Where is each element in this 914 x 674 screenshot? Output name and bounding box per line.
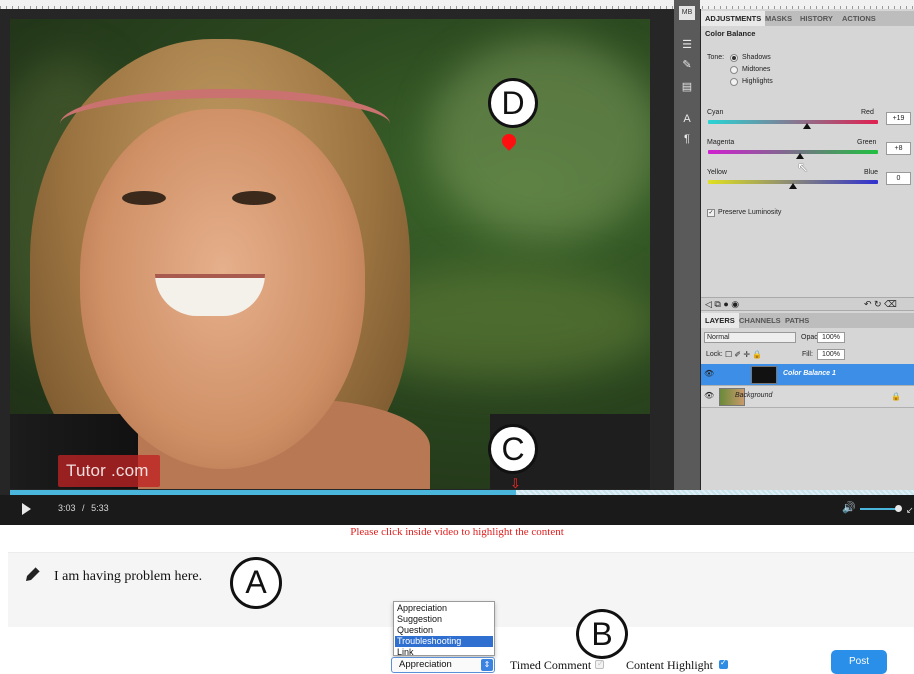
character-icon: A [683, 113, 691, 125]
subject-eye [232, 191, 276, 205]
tab-channels: CHANNELS [739, 316, 781, 325]
tab-layers: LAYERS [701, 313, 739, 328]
tab-history: HISTORY [800, 14, 833, 23]
tab-paths: PATHS [785, 316, 810, 325]
footer-icons-right: ↶ ↻ ⌫ [864, 299, 897, 309]
video-watermark: Tutor .com [58, 455, 160, 487]
annotation-label-b: B [576, 609, 628, 659]
adjustments-tabs: ADJUSTMENTS MASKS HISTORY ACTIONS [701, 11, 914, 26]
time-separator: / [82, 503, 85, 513]
page: Tutor .com MB ☰ ✎ ▤ A ¶ ADJUSTMENTS MASK… [0, 0, 914, 674]
tone-midtones-label: Midtones [742, 66, 771, 73]
category-selected-value: Appreciation [399, 659, 452, 670]
watermark-text: Tutor .com [66, 461, 149, 480]
play-button[interactable] [22, 503, 31, 515]
magenta-green-slider [708, 150, 878, 154]
eye-icon: 👁 [704, 369, 715, 378]
time-display: 3:03 / 5:33 [58, 503, 109, 513]
brush-icon: ✎ [682, 59, 692, 71]
timed-comment-label: Timed Comment [510, 658, 592, 672]
photoshop-panel: ADJUSTMENTS MASKS HISTORY ACTIONS Color … [701, 9, 914, 500]
category-option-highlighted[interactable]: Troubleshooting [395, 636, 493, 647]
total-time: 5:33 [91, 503, 109, 513]
slider-red-label: Red [861, 109, 874, 116]
tone-radio-midtones [730, 66, 738, 74]
cyan-red-slider [708, 120, 878, 124]
post-button[interactable]: Post [831, 650, 887, 674]
blend-mode-select: Normal [704, 332, 796, 343]
tab-adjustments: ADJUSTMENTS [701, 11, 766, 26]
volume-knob[interactable] [895, 505, 902, 512]
tone-highlights-label: Highlights [742, 78, 773, 85]
footer-icons-left: ◁ ⧉ ● ◉ [705, 299, 740, 309]
pencil-icon [26, 566, 41, 581]
category-option[interactable]: Suggestion [395, 614, 493, 625]
eye-icon: 👁 [704, 391, 715, 400]
layer-mask-thumb [751, 366, 777, 384]
video-top-ruler [0, 0, 914, 9]
subject-headband [60, 89, 390, 159]
adjustments-footer-icons: ◁ ⧉ ● ◉ ↶ ↻ ⌫ [701, 297, 914, 311]
fill-value: 100% [817, 349, 845, 360]
annotation-label-a: A [230, 557, 282, 609]
category-option[interactable]: Appreciation [395, 603, 493, 614]
highlight-hint: Please click inside video to highlight t… [350, 526, 564, 538]
mouse-cursor-icon: ↖ [797, 159, 809, 175]
select-arrows-icon: ⇕ [481, 659, 493, 671]
annotation-label-d: D [488, 78, 538, 128]
slider-magenta-label: Magenta [707, 139, 735, 146]
panel-title: Color Balance [705, 29, 756, 38]
lock-icon: 🔒 [891, 392, 901, 401]
timed-comment-checkbox[interactable] [595, 659, 604, 669]
slider-cyan-label: Cyan [707, 109, 724, 116]
photoshop-toolbar: MB ☰ ✎ ▤ A ¶ [674, 0, 700, 500]
video-frame-photo[interactable] [10, 19, 650, 489]
volume-slider[interactable] [860, 508, 900, 510]
layer-row: 👁 Color Balance 1 [701, 364, 914, 386]
opacity-value: 100% [817, 332, 845, 343]
tab-masks: MASKS [765, 14, 793, 23]
slider-green-label: Green [857, 139, 877, 146]
category-option[interactable]: Question [395, 625, 493, 636]
current-time: 3:03 [58, 503, 76, 513]
tone-label: Tone: [707, 54, 725, 61]
preserve-label: Preserve Luminosity [718, 209, 782, 216]
slider-blue-label: Blue [864, 169, 879, 176]
fullscreen-icon[interactable]: ↙ [906, 505, 914, 516]
layer-row: 👁 Background 🔒 [701, 386, 914, 408]
content-highlight-label: Content Highlight [626, 658, 713, 672]
preserve-checkbox: ✓ [707, 209, 715, 217]
paragraph-icon: ¶ [684, 133, 690, 145]
layers-comp-icon: ▤ [681, 81, 693, 93]
background-bokeh [430, 39, 650, 239]
subject-eye [122, 191, 166, 205]
mini-bridge-icon: MB [679, 6, 695, 20]
fill-label: Fill: [802, 351, 813, 358]
layer-name: Color Balance 1 [783, 370, 836, 377]
tone-shadows-label: Shadows [742, 54, 771, 61]
volume-icon[interactable]: 🔊 [842, 501, 856, 514]
magenta-green-value: +8 [886, 142, 911, 155]
annotation-label-c: C [488, 424, 538, 474]
category-select[interactable]: Appreciation ⇕ [391, 657, 495, 673]
cyan-red-value: +19 [886, 112, 911, 125]
tone-radio-shadows [730, 54, 738, 62]
comment-text[interactable]: I am having problem here. [54, 569, 202, 585]
cyan-red-thumb [803, 123, 811, 129]
tab-actions: ACTIONS [842, 14, 876, 23]
slider-yellow-label: Yellow [707, 169, 727, 176]
layers-tabs: LAYERS CHANNELS PATHS [701, 313, 914, 328]
yellow-blue-thumb [789, 183, 797, 189]
layer-name: Background [735, 392, 773, 399]
video-player[interactable]: Tutor .com MB ☰ ✎ ▤ A ¶ ADJUSTMENTS MASK… [0, 0, 914, 525]
lock-label: Lock: [706, 351, 723, 358]
video-controls: 3:03 / 5:33 🔊 ↙ [0, 495, 914, 525]
yellow-blue-value: 0 [886, 172, 911, 185]
tone-radio-highlights [730, 78, 738, 86]
content-highlight-checkbox[interactable] [719, 658, 728, 669]
category-dropdown-list[interactable]: Appreciation Suggestion Question Trouble… [393, 601, 495, 657]
sliders-icon: ☰ [682, 39, 692, 51]
timeline-comment-marker[interactable]: ⇩ [510, 476, 521, 492]
lock-icons: ☐ ✐ ✛ 🔒 [725, 350, 763, 359]
